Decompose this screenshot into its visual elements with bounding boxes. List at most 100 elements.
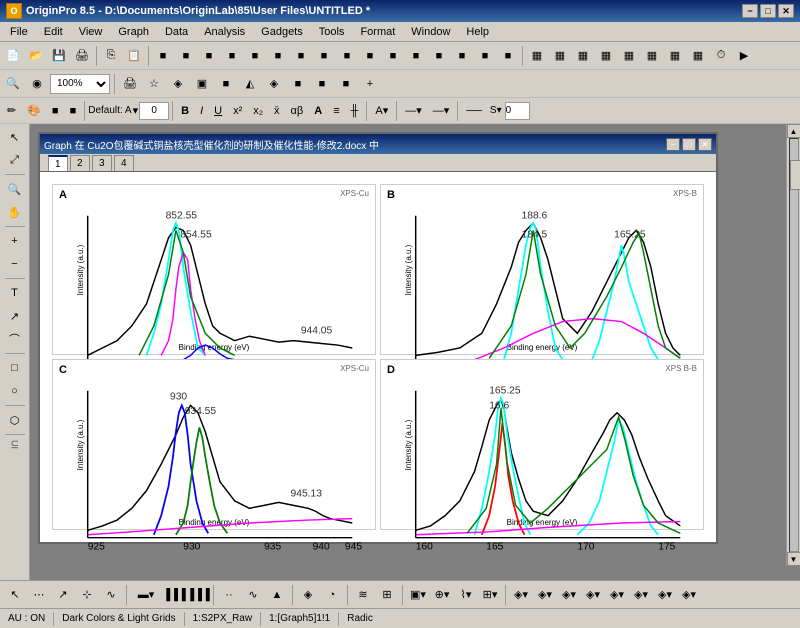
tb-graph-4[interactable]: ▦ <box>595 45 617 67</box>
arrow-tool[interactable]: ↖ <box>3 126 27 148</box>
graph-tab-2[interactable]: 2 <box>70 155 90 171</box>
bt-misc3[interactable]: ◈▾ <box>558 584 580 606</box>
alpha-button[interactable]: αβ <box>286 101 309 121</box>
content-area[interactable]: ▲ ▼ Graph 在 Cu2O包覆碱式铜盐核壳型催化剂的研制及催化性能-修改2… <box>30 124 800 580</box>
align-button[interactable]: ≡ <box>328 101 344 121</box>
scroll-track-vertical[interactable] <box>789 138 799 552</box>
print-button[interactable]: 🖨 <box>71 45 93 67</box>
maximize-button[interactable]: □ <box>760 4 776 18</box>
bold-button[interactable]: B <box>176 101 194 121</box>
tb2-btn12[interactable]: + <box>359 73 381 95</box>
menu-analysis[interactable]: Analysis <box>196 24 253 40</box>
text-color-button[interactable]: A▾ <box>370 101 393 121</box>
fmt-line2[interactable]: —▾ <box>428 101 455 121</box>
menu-data[interactable]: Data <box>157 24 196 40</box>
tb-btn-5[interactable]: ■ <box>244 45 266 67</box>
menu-format[interactable]: Format <box>352 24 403 40</box>
arrow-draw-tool[interactable]: ↗ <box>3 305 27 327</box>
tb-graph-3[interactable]: ▦ <box>572 45 594 67</box>
bt-btn4[interactable]: ⊹ <box>76 584 98 606</box>
tb2-btn10[interactable]: ■ <box>311 73 333 95</box>
fmt-bold-icon[interactable]: ■ <box>47 101 64 121</box>
tb-graph-9[interactable]: ⏱ <box>710 45 732 67</box>
close-button[interactable]: ✕ <box>778 4 794 18</box>
tb-btn-14[interactable]: ■ <box>451 45 473 67</box>
menu-tools[interactable]: Tools <box>311 24 353 40</box>
ellipse-tool[interactable]: ○ <box>3 380 27 402</box>
underline-button[interactable]: U <box>209 101 227 121</box>
zoom-in-tool[interactable]: 🔍 <box>3 178 27 200</box>
paste-button[interactable]: 📋 <box>123 45 145 67</box>
tb-graph-10[interactable]: ▶ <box>733 45 755 67</box>
fmt-color[interactable]: 🎨 <box>22 101 46 121</box>
bt-line[interactable]: ∿ <box>242 584 264 606</box>
tb2-btn6[interactable]: ■ <box>215 73 237 95</box>
tb2-btn9[interactable]: ■ <box>287 73 309 95</box>
fmt-val-input[interactable] <box>505 102 530 120</box>
tb-graph-8[interactable]: ▦ <box>687 45 709 67</box>
tb-btn-2[interactable]: ■ <box>175 45 197 67</box>
bt-misc4[interactable]: ◈▾ <box>582 584 604 606</box>
menu-edit[interactable]: Edit <box>36 24 71 40</box>
new-button[interactable]: 📄 <box>2 45 24 67</box>
lines-button[interactable]: ╫ <box>346 101 364 121</box>
fmt-thick[interactable]: ── <box>461 101 487 121</box>
scroll-thumb-vertical[interactable] <box>790 160 800 190</box>
tb2-btn4[interactable]: ◈ <box>167 73 189 95</box>
zoom-select[interactable]: 100% 75% 150% <box>50 74 110 94</box>
tb-btn-13[interactable]: ■ <box>428 45 450 67</box>
tb-btn-1[interactable]: ■ <box>152 45 174 67</box>
curve-tool[interactable]: ⌒ <box>3 328 27 350</box>
tb-graph-5[interactable]: ▦ <box>618 45 640 67</box>
tb-btn-9[interactable]: ■ <box>336 45 358 67</box>
bt-btn2[interactable]: ⋯ <box>28 584 50 606</box>
text-tool[interactable]: T <box>3 282 27 304</box>
tb2-btn3[interactable]: ☆ <box>143 73 165 95</box>
bt-bar-btn[interactable]: ▐▐▐ <box>163 584 185 606</box>
bt-misc1[interactable]: ◈▾ <box>510 584 532 606</box>
menu-file[interactable]: File <box>2 24 36 40</box>
graph-tab-1[interactable]: 1 <box>48 155 68 171</box>
fmt-draw[interactable]: ✏ <box>2 101 21 121</box>
menu-window[interactable]: Window <box>403 24 458 40</box>
tb-btn-7[interactable]: ■ <box>290 45 312 67</box>
tb2-btn7[interactable]: ◭ <box>239 73 261 95</box>
tb-btn-16[interactable]: ■ <box>497 45 519 67</box>
tb-graph-7[interactable]: ▦ <box>664 45 686 67</box>
scroll-up-button[interactable]: ▲ <box>787 124 800 138</box>
bt-pie[interactable]: ◔ <box>321 584 343 606</box>
italic-button[interactable]: I <box>195 101 208 121</box>
bt-btn5[interactable]: ∿ <box>100 584 122 606</box>
tb-graph-6[interactable]: ▦ <box>641 45 663 67</box>
graph-minimize-button[interactable]: − <box>666 138 680 151</box>
tb-btn-6[interactable]: ■ <box>267 45 289 67</box>
menu-help[interactable]: Help <box>458 24 497 40</box>
tb-graph-2[interactable]: ▦ <box>549 45 571 67</box>
bt-bar-btn2[interactable]: ▐▐▐ <box>187 584 209 606</box>
graph-tab-4[interactable]: 4 <box>114 155 134 171</box>
bt-btn1[interactable]: ↖ <box>4 584 26 606</box>
tb2-btn11[interactable]: ■ <box>335 73 357 95</box>
menu-gadgets[interactable]: Gadgets <box>253 24 311 40</box>
tb-btn-10[interactable]: ■ <box>359 45 381 67</box>
bt-line-btn1[interactable]: ▬▾ <box>131 584 161 606</box>
scale-tool[interactable]: ⤢ <box>3 149 27 171</box>
tb-btn-8[interactable]: ■ <box>313 45 335 67</box>
bt-misc6[interactable]: ◈▾ <box>630 584 652 606</box>
graph-close-button[interactable]: ✕ <box>698 138 712 151</box>
graph-tab-3[interactable]: 3 <box>92 155 112 171</box>
bt-misc5[interactable]: ◈▾ <box>606 584 628 606</box>
fmt-line1[interactable]: —▾ <box>400 101 427 121</box>
bt-3d[interactable]: ◈ <box>297 584 319 606</box>
bt-misc2[interactable]: ◈▾ <box>534 584 556 606</box>
subscript-button[interactable]: x₂ <box>248 101 268 121</box>
copy-button[interactable]: ⎘ <box>100 45 122 67</box>
graph-maximize-button[interactable]: □ <box>682 138 696 151</box>
open-button[interactable]: 📂 <box>25 45 47 67</box>
bt-area[interactable]: ▲ <box>266 584 288 606</box>
superscript-button[interactable]: x² <box>228 101 247 121</box>
tb-btn-12[interactable]: ■ <box>405 45 427 67</box>
pan-tool[interactable]: ✋ <box>3 201 27 223</box>
tb-graph-1[interactable]: ▦ <box>526 45 548 67</box>
menu-graph[interactable]: Graph <box>110 24 157 40</box>
